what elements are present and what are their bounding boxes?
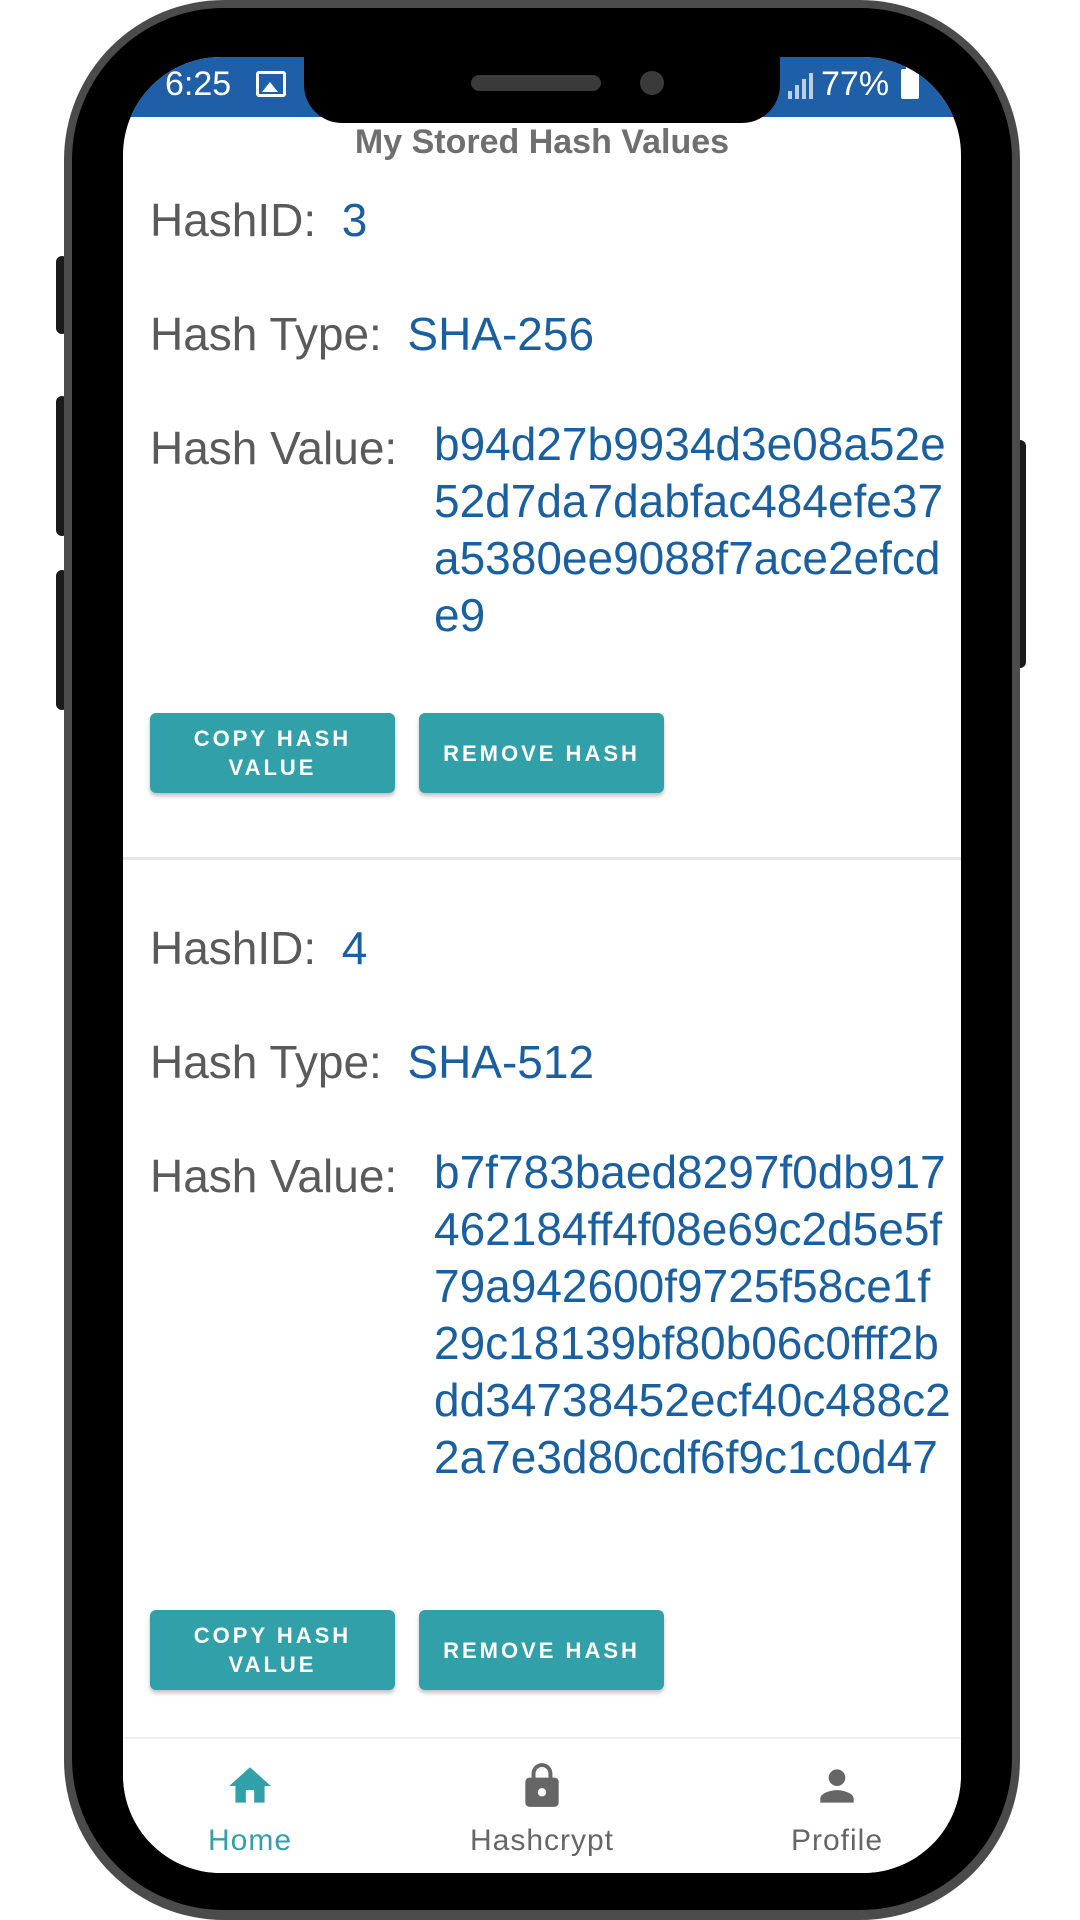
copy-hash-value-button[interactable]: COPY HASH VALUE	[150, 1610, 395, 1690]
nav-item-home[interactable]: Home	[140, 1739, 360, 1873]
nav-label-profile: Profile	[790, 1824, 884, 1857]
signal-icon	[788, 69, 814, 99]
hash-type-row: Hash Type: SHA-256	[150, 307, 594, 361]
hash-value-text: b94d27b9934d3e08a52e52d7da7dabfac484efe3…	[434, 418, 946, 641]
hash-id-label: HashID:	[150, 194, 317, 246]
hash-id-value: 4	[341, 922, 368, 974]
remove-hash-button[interactable]: REMOVE HASH	[419, 1610, 664, 1690]
phone-notch	[304, 57, 780, 123]
app-screen: 6:25 77% My Stored Hash Values HashID: 3…	[123, 57, 961, 1873]
hash-id-label: HashID:	[150, 922, 317, 974]
nav-label-home: Home	[207, 1824, 293, 1857]
copy-hash-value-button[interactable]: COPY HASH VALUE	[150, 713, 395, 793]
hash-type-row: Hash Type: SHA-512	[150, 1035, 594, 1089]
speaker-grille	[471, 75, 601, 91]
hash-id-row: HashID: 4	[150, 921, 367, 975]
nav-item-hashcrypt[interactable]: Hashcrypt	[432, 1739, 652, 1873]
front-camera	[640, 71, 664, 95]
remove-hash-button[interactable]: REMOVE HASH	[419, 713, 664, 793]
hash-id-value: 3	[341, 194, 368, 246]
record-divider	[123, 857, 961, 860]
battery-percentage: 77%	[821, 65, 890, 103]
hash-type-label: Hash Type:	[150, 1036, 382, 1088]
page-title: My Stored Hash Values	[354, 123, 730, 161]
hash-type-value: SHA-512	[407, 1036, 595, 1088]
hash-id-row: HashID: 3	[150, 193, 367, 247]
lock-icon	[525, 1763, 559, 1807]
hash-value-text: b7f783baed8297f0db917462184ff4f08e69c2d5…	[434, 1146, 951, 1483]
hash-value-label: Hash Value:	[150, 1150, 398, 1202]
home-icon	[229, 1767, 271, 1803]
hash-type-label: Hash Type:	[150, 308, 382, 360]
nav-item-profile[interactable]: Profile	[727, 1739, 947, 1873]
person-icon	[820, 1769, 854, 1803]
hash-type-value: SHA-256	[407, 308, 595, 360]
nav-label-hashcrypt: Hashcrypt	[469, 1824, 615, 1857]
status-time: 6:25	[165, 65, 232, 103]
bottom-navigation: Home Hashcrypt Profile	[123, 1737, 961, 1873]
hash-value-label: Hash Value:	[150, 422, 398, 474]
image-notification-icon	[256, 71, 286, 97]
battery-icon	[901, 65, 919, 99]
